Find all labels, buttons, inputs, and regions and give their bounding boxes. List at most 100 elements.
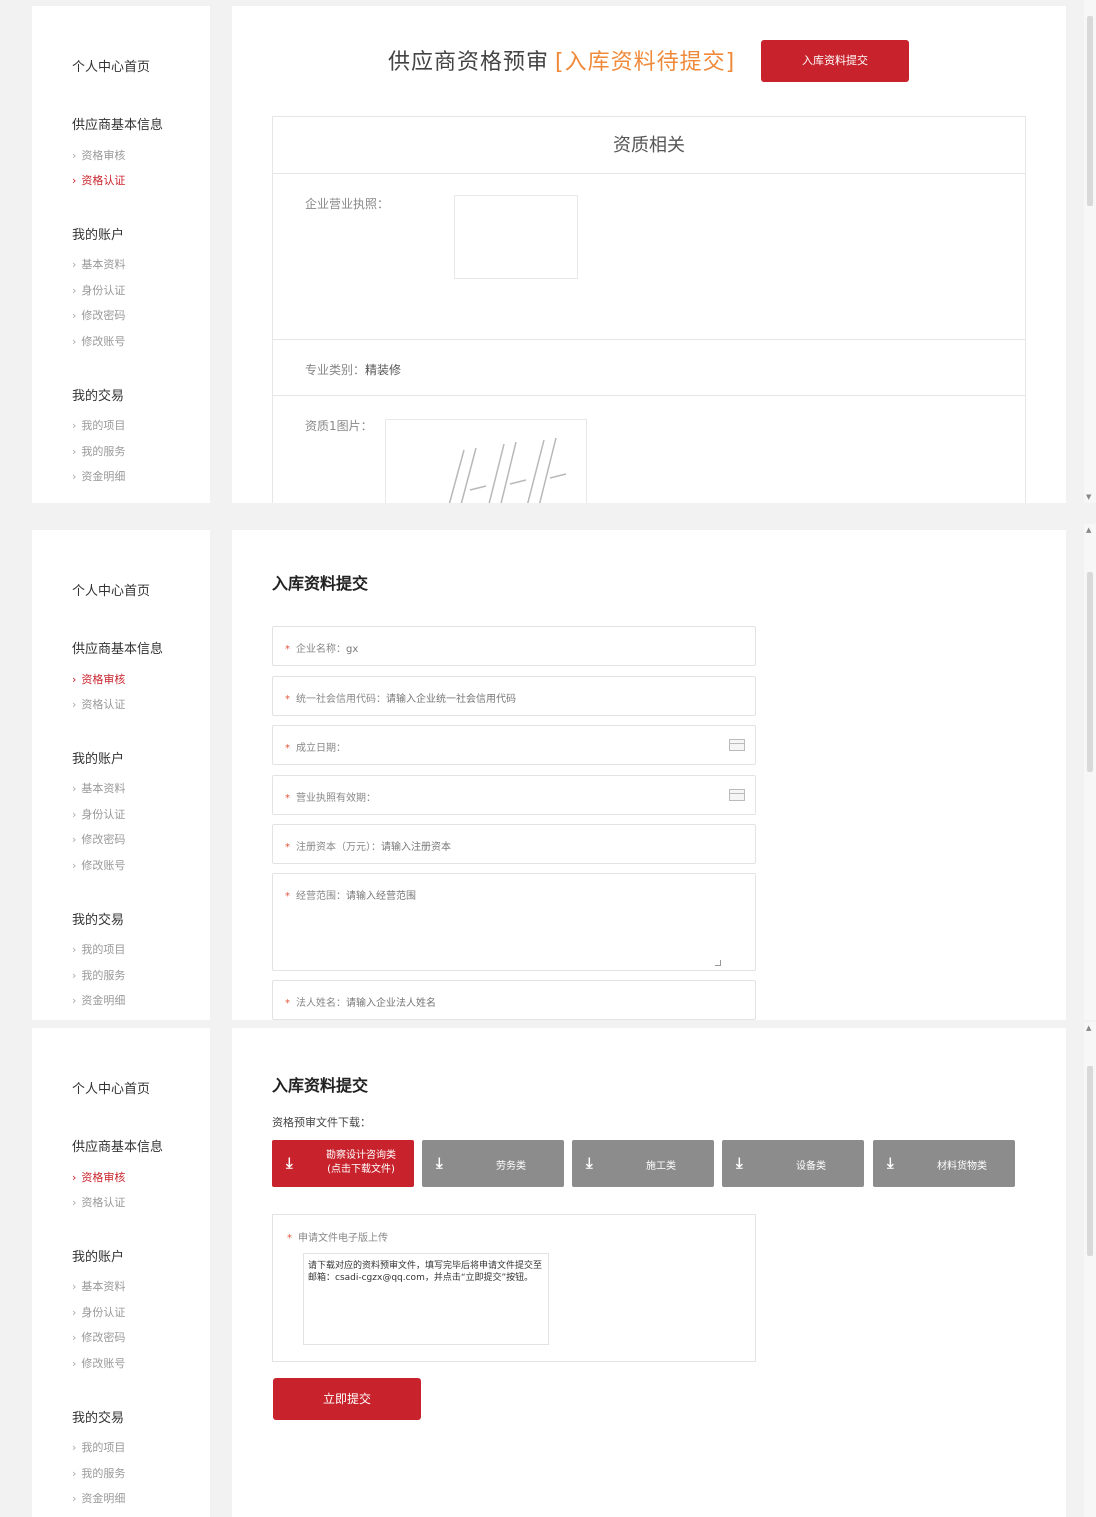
sidebar-item-identity[interactable]: › 身份认证 [72, 1304, 125, 1320]
chevron-right-icon: › [72, 833, 77, 846]
panel-materials-form: 个人中心首页 供应商基本信息 › 资格审核 › 资格认证 我的账户 › 基本资料 › 身… [0, 524, 1096, 1020]
chevron-right-icon: › [72, 284, 77, 297]
divider [273, 395, 1025, 396]
sidebar-group-title: 供应商基本信息 [72, 1140, 164, 1155]
upload-instructions-textarea[interactable]: 请下载对应的资料预审文件，填写完毕后将申请文件提交至邮箱：csadi-cgzx@… [303, 1253, 549, 1345]
scrollbar-thumb[interactable] [1087, 572, 1093, 772]
divider [273, 339, 1025, 340]
calendar-icon[interactable] [729, 739, 745, 751]
sidebar-item-my-services[interactable]: › 我的服务 [72, 1465, 125, 1481]
scroll-up-icon[interactable]: ▲ [1086, 526, 1091, 534]
status-badge: [入库资料待提交] [555, 50, 736, 75]
qualification-section: 资质相关 企业营业执照： 专业类别：精装修 资质1图片： [272, 116, 1026, 503]
license-image[interactable] [454, 195, 578, 279]
chevron-right-icon: › [72, 782, 77, 795]
sidebar-group-title: 供应商基本信息 [72, 118, 164, 133]
sidebar-item-my-projects[interactable]: › 我的项目 [72, 941, 125, 957]
download-survey-design-button[interactable]: ⤓ 勘察设计咨询类 (点击下载文件) [272, 1140, 414, 1187]
panel-file-upload: 个人中心首页 供应商基本信息 › 资格审核 › 资格认证 我的账户 › 基本资料 › 身… [0, 1022, 1096, 1517]
company-name-field[interactable]: * 企业名称：gx [272, 626, 756, 666]
scroll-up-icon[interactable]: ▲ [1086, 1024, 1091, 1032]
form-title: 入库资料提交 [272, 574, 369, 593]
form-title: 入库资料提交 [272, 1076, 369, 1095]
license-label: 企业营业执照： [305, 197, 390, 211]
sidebar-item-qualification-review[interactable]: › 资格审核 [72, 1169, 125, 1185]
chevron-right-icon: › [72, 309, 77, 322]
calendar-icon[interactable] [729, 789, 745, 801]
scrollbar-thumb[interactable] [1087, 16, 1093, 206]
sidebar-group-title: 我的交易 [72, 389, 125, 404]
sidebar-item-my-services[interactable]: › 我的服务 [72, 443, 125, 459]
license-validity-field[interactable]: * 营业执照有效期： [272, 775, 756, 815]
sidebar-item-change-account[interactable]: › 修改账号 [72, 333, 125, 349]
sidebar-item-change-password[interactable]: › 修改密码 [72, 831, 125, 847]
founding-date-field[interactable]: * 成立日期： [272, 725, 756, 765]
download-icon: ⤓ [586, 1154, 593, 1172]
sidebar-item-fund-details[interactable]: › 资金明细 [72, 468, 125, 484]
chevron-right-icon: › [72, 1441, 77, 1454]
sidebar-item-fund-details[interactable]: › 资金明细 [72, 1490, 125, 1506]
chevron-right-icon: › [72, 808, 77, 821]
sidebar-home-link[interactable]: 个人中心首页 [72, 1078, 150, 1097]
chevron-right-icon: › [72, 1467, 77, 1480]
sidebar-group-title: 我的交易 [72, 913, 125, 928]
sidebar-item-basic-info[interactable]: › 基本资料 [72, 256, 125, 272]
cert-image[interactable] [385, 419, 587, 503]
category-value: 精装修 [365, 363, 402, 377]
download-equipment-button[interactable]: ⤓ 设备类 [722, 1140, 864, 1187]
sidebar-item-change-password[interactable]: › 修改密码 [72, 1329, 125, 1345]
sidebar-item-identity[interactable]: › 身份认证 [72, 806, 125, 822]
download-labor-button[interactable]: ⤓ 劳务类 [422, 1140, 564, 1187]
sidebar-item-my-projects[interactable]: › 我的项目 [72, 417, 125, 433]
scrollbar[interactable]: ▲ [1084, 524, 1096, 1020]
download-icon: ⤓ [736, 1154, 743, 1172]
chevron-right-icon: › [72, 1280, 77, 1293]
sidebar-group-title: 我的交易 [72, 1411, 125, 1426]
chevron-right-icon: › [72, 335, 77, 348]
panel-qualification-review: 个人中心首页 供应商基本信息 › 资格审核 › 资格认证 我的账户 › 基本资料 › 身… [0, 0, 1096, 503]
sidebar-item-basic-info[interactable]: › 基本资料 [72, 1278, 125, 1294]
chevron-right-icon: › [72, 673, 77, 686]
scrollbar[interactable]: ▼ [1084, 0, 1096, 503]
download-icon: ⤓ [887, 1154, 894, 1172]
sidebar-item-fund-details[interactable]: › 资金明细 [72, 992, 125, 1008]
sidebar-item-qualification-review[interactable]: › 资格审核 [72, 671, 125, 687]
registered-capital-field[interactable]: * 注册资本（万元）：请输入注册资本 [272, 824, 756, 864]
chevron-right-icon: › [72, 1306, 77, 1319]
sidebar-home-link[interactable]: 个人中心首页 [72, 580, 150, 599]
sidebar-home-link[interactable]: 个人中心首页 [72, 56, 150, 75]
sidebar-item-change-account[interactable]: › 修改账号 [72, 1355, 125, 1371]
chevron-right-icon: › [72, 1196, 77, 1209]
chevron-right-icon: › [72, 1492, 77, 1505]
sidebar-item-qualification-review[interactable]: › 资格审核 [72, 147, 125, 163]
credit-code-field[interactable]: * 统一社会信用代码：请输入企业统一社会信用代码 [272, 676, 756, 716]
sidebar-item-my-services[interactable]: › 我的服务 [72, 967, 125, 983]
chevron-right-icon: › [72, 969, 77, 982]
download-icon: ⤓ [436, 1154, 443, 1172]
scrollbar-thumb[interactable] [1087, 1066, 1093, 1256]
main-content: 入库资料提交 * 企业名称：gx * 统一社会信用代码：请输入企业统一社会信用代码 … [232, 530, 1066, 1020]
sidebar-item-qualification-cert[interactable]: › 资格认证 [72, 696, 125, 712]
chevron-right-icon: › [72, 1357, 77, 1370]
sidebar-item-change-account[interactable]: › 修改账号 [72, 857, 125, 873]
sidebar-item-identity[interactable]: › 身份认证 [72, 282, 125, 298]
sidebar: 个人中心首页 供应商基本信息 › 资格审核 › 资格认证 我的账户 › 基本资料 › 身… [32, 530, 210, 1020]
scroll-down-icon[interactable]: ▼ [1086, 493, 1091, 501]
submit-materials-button[interactable]: 入库资料提交 [761, 40, 909, 82]
cert-image-label: 资质1图片： [305, 419, 373, 433]
sidebar-item-change-password[interactable]: › 修改密码 [72, 307, 125, 323]
download-construction-button[interactable]: ⤓ 施工类 [572, 1140, 714, 1187]
sidebar-item-basic-info[interactable]: › 基本资料 [72, 780, 125, 796]
sidebar: 个人中心首页 供应商基本信息 › 资格审核 › 资格认证 我的账户 › 基本资料 › 身… [32, 6, 210, 503]
sidebar-item-my-projects[interactable]: › 我的项目 [72, 1439, 125, 1455]
chevron-right-icon: › [72, 1331, 77, 1344]
scrollbar[interactable]: ▲ [1084, 1022, 1096, 1517]
download-materials-button[interactable]: ⤓ 材料货物类 [873, 1140, 1015, 1187]
submit-now-button[interactable]: 立即提交 [273, 1378, 421, 1420]
business-scope-textarea[interactable]: * 经营范围：请输入经营范围 [272, 873, 756, 971]
resize-handle-icon[interactable] [715, 960, 721, 966]
sidebar-item-qualification-cert[interactable]: › 资格认证 [72, 172, 125, 188]
legal-person-field[interactable]: * 法人姓名：请输入企业法人姓名 [272, 980, 756, 1020]
sidebar-group-title: 我的账户 [72, 752, 125, 767]
sidebar-item-qualification-cert[interactable]: › 资格认证 [72, 1194, 125, 1210]
